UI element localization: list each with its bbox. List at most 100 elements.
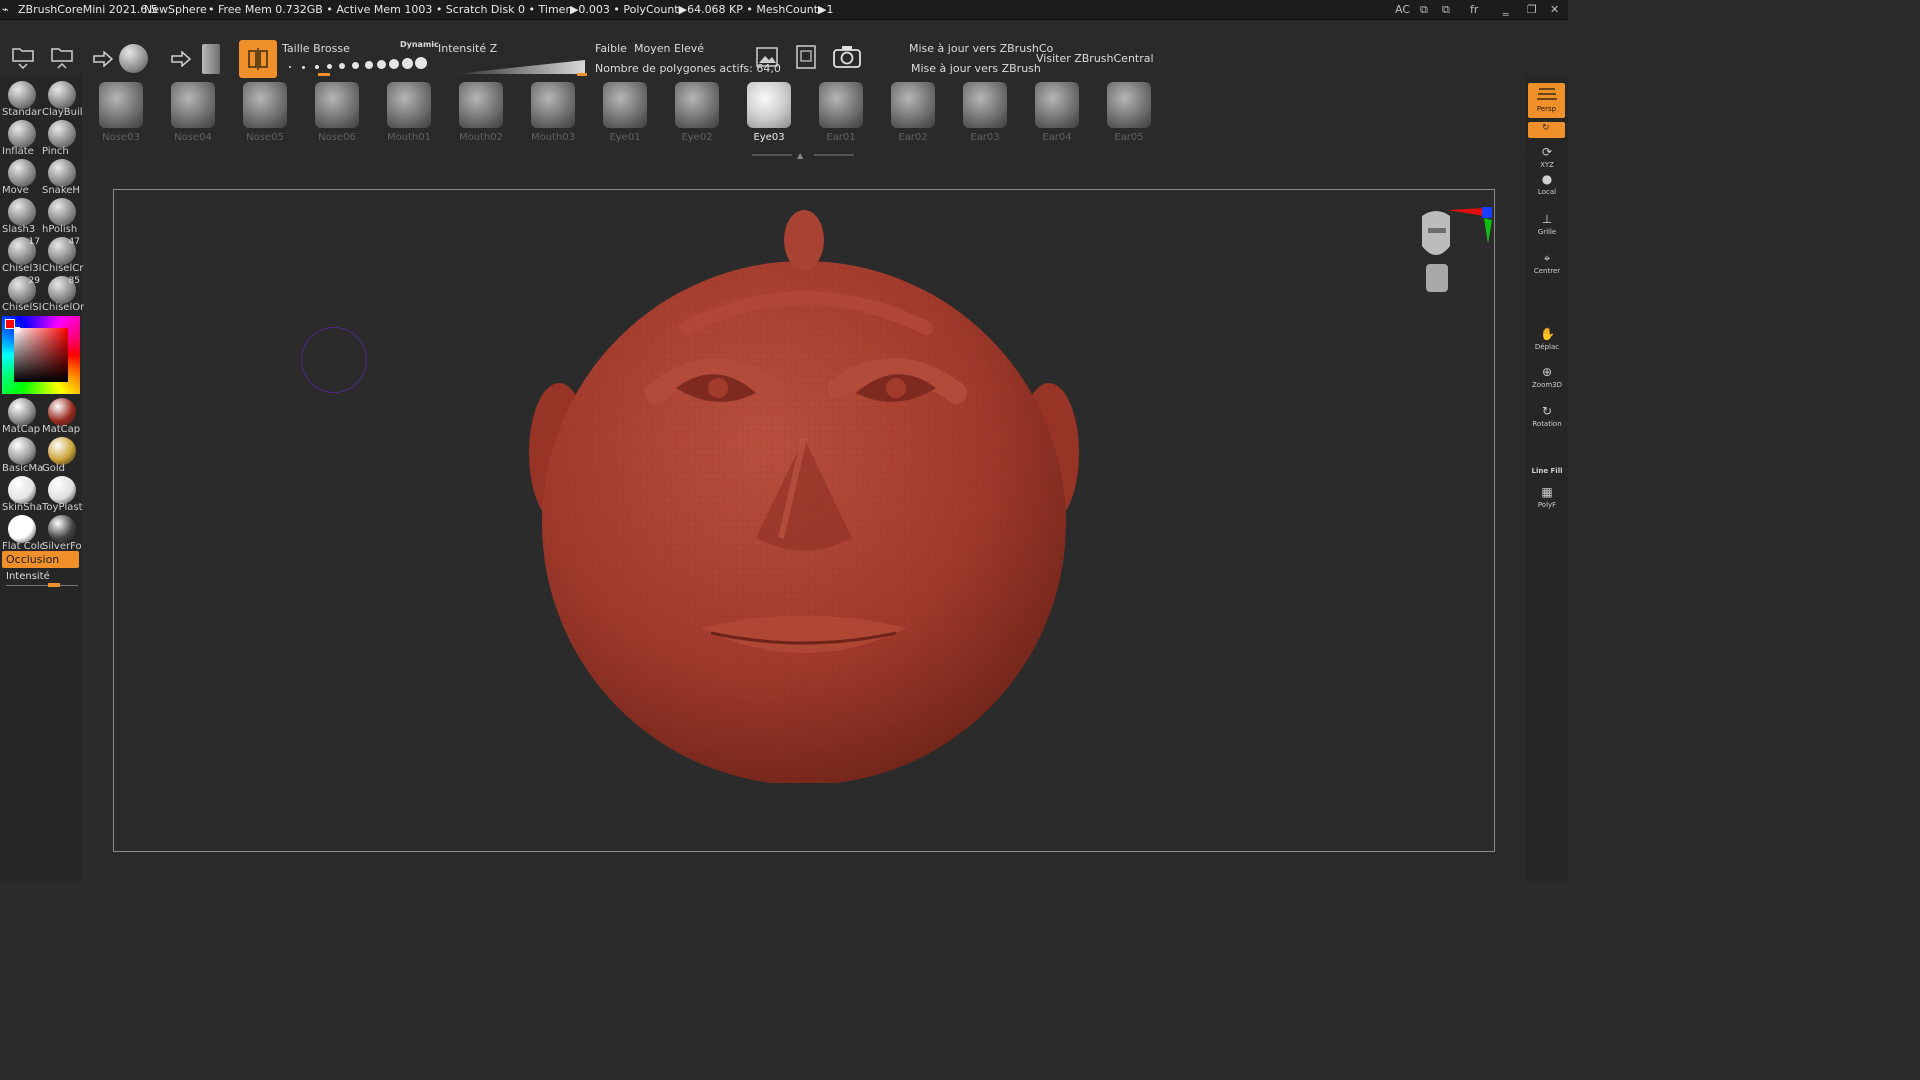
brush-thumb-nose04[interactable]: Nose04 <box>163 82 223 144</box>
brush-hpolish[interactable]: hPolish <box>42 196 82 235</box>
language-selector[interactable]: fr <box>1470 3 1478 16</box>
dynamic-toggle[interactable]: Dynamic <box>400 40 439 49</box>
palette-scroll-left[interactable] <box>752 154 792 156</box>
intensity-slider[interactable] <box>577 73 587 76</box>
material-sphere-icon <box>48 437 76 465</box>
brush-thumb-ear05[interactable]: Ear05 <box>1099 82 1159 144</box>
color-saturation-square[interactable] <box>14 328 68 382</box>
floor-button[interactable]: ↻ <box>1528 122 1565 138</box>
brush-thumb-image <box>891 82 935 128</box>
brush-thumb-ear01[interactable]: Ear01 <box>811 82 871 144</box>
material-gold[interactable]: Gold <box>42 435 82 474</box>
update-zbrushcore-link[interactable]: Mise à jour vers ZBrushCo <box>909 42 1053 55</box>
brush-inflate[interactable]: Inflate <box>2 118 42 157</box>
shelf-local[interactable]: ● Local <box>1528 170 1566 204</box>
eleve-button[interactable]: Elevé <box>674 42 704 55</box>
material-label: SkinSha <box>2 502 43 513</box>
material-matcap[interactable]: MatCap <box>42 396 82 435</box>
brush-size-label: Taille Brosse <box>282 42 350 55</box>
brush-snakeh[interactable]: SnakeH <box>42 157 82 196</box>
brush-claybuil[interactable]: ClayBuil <box>42 79 83 118</box>
brush-thumb-label: Nose03 <box>102 132 140 143</box>
document-canvas[interactable] <box>113 189 1495 852</box>
brush-count: 17 <box>28 237 40 247</box>
brush-thumb-image <box>1107 82 1151 128</box>
menu-icon[interactable]: ⧉ <box>1442 3 1450 17</box>
arrow-right-icon-2[interactable] <box>170 50 192 68</box>
material-flat-colo[interactable]: Flat Colo <box>2 513 44 552</box>
current-tool-cylinder[interactable] <box>202 44 220 74</box>
layout-icon[interactable]: ⧉ <box>1420 3 1428 17</box>
brush-label: ChiselSI <box>2 302 42 313</box>
brush-thumb-mouth03[interactable]: Mouth03 <box>523 82 583 144</box>
brush-pinch[interactable]: Pinch <box>42 118 82 157</box>
occlusion-button[interactable]: Occlusion <box>2 551 79 568</box>
intensity-wedge[interactable] <box>455 58 589 76</box>
persp-icon <box>1537 88 1557 100</box>
save-file-icon[interactable] <box>49 42 75 70</box>
brush-icon <box>48 198 76 226</box>
image-icon[interactable] <box>756 46 778 68</box>
material-matcap[interactable]: MatCap <box>2 396 42 435</box>
brush-size-slider[interactable] <box>317 73 330 76</box>
material-silverfo[interactable]: SilverFo <box>42 513 82 552</box>
arrow-right-icon[interactable] <box>92 50 114 68</box>
shelf-déplac[interactable]: ✋ Déplac <box>1528 325 1566 359</box>
brush-move[interactable]: Move <box>2 157 42 196</box>
brush-chisel3i[interactable]: Chisel3I 17 <box>2 235 42 274</box>
brush-thumb-eye03[interactable]: Eye03 <box>739 82 799 144</box>
shelf-rotation[interactable]: ↻ Rotation <box>1528 402 1566 436</box>
persp-button[interactable]: Persp <box>1528 83 1565 118</box>
brush-chiselcr[interactable]: ChiselCr 47 <box>42 235 83 274</box>
sculpted-head-model[interactable] <box>526 208 1086 783</box>
brush-thumb-nose03[interactable]: Nose03 <box>91 82 151 144</box>
restore-icon[interactable]: ❐ <box>1527 3 1537 16</box>
color-cursor[interactable] <box>15 327 20 332</box>
palette-scroll-right[interactable] <box>814 154 854 156</box>
brush-thumb-nose06[interactable]: Nose06 <box>307 82 367 144</box>
color-picker[interactable] <box>2 316 80 394</box>
update-zbrush-link[interactable]: Mise à jour vers ZBrush <box>911 62 1041 75</box>
material-skinsha[interactable]: SkinSha <box>2 474 42 513</box>
brush-thumb-image <box>387 82 431 128</box>
moyen-button[interactable]: Moyen <box>634 42 670 55</box>
brush-slash3[interactable]: Slash3 <box>2 196 42 235</box>
brush-thumb-image <box>675 82 719 128</box>
brush-thumb-ear02[interactable]: Ear02 <box>883 82 943 144</box>
symmetry-button[interactable] <box>239 40 277 78</box>
brush-thumb-image <box>99 82 143 128</box>
shelf-polyf[interactable]: ▦ PolyF <box>1528 483 1566 517</box>
intensity-handle[interactable] <box>48 583 60 587</box>
brush-thumb-ear04[interactable]: Ear04 <box>1027 82 1087 144</box>
brush-thumb-eye01[interactable]: Eye01 <box>595 82 655 144</box>
brush-chiselor[interactable]: ChiselOr 85 <box>42 274 84 313</box>
material-label: BasicMa <box>2 463 44 474</box>
open-file-icon[interactable] <box>10 42 36 70</box>
shelf-grille[interactable]: ⊥ Grille <box>1528 210 1566 244</box>
document-icon[interactable] <box>795 44 817 70</box>
intensity-label: Intensité <box>6 571 50 582</box>
material-toyplast[interactable]: ToyPlast <box>42 474 83 513</box>
minimize-icon[interactable]: ‗ <box>1503 3 1509 16</box>
palette-expand-icon[interactable]: ▲ <box>797 151 803 160</box>
intensity-track[interactable] <box>6 585 78 586</box>
faible-button[interactable]: Faible <box>595 42 627 55</box>
close-icon[interactable]: ✕ <box>1550 3 1559 16</box>
brush-thumb-ear03[interactable]: Ear03 <box>955 82 1015 144</box>
visit-zbrushcentral-link[interactable]: Visiter ZBrushCentral <box>1036 52 1154 65</box>
orientation-gizmo[interactable] <box>1414 206 1492 292</box>
brush-standar[interactable]: Standar <box>2 79 42 118</box>
brush-thumb-nose05[interactable]: Nose05 <box>235 82 295 144</box>
current-tool-sphere[interactable] <box>119 44 148 73</box>
ac-label[interactable]: AC <box>1395 3 1410 16</box>
brush-thumb-label: Nose06 <box>318 132 356 143</box>
brush-thumb-eye02[interactable]: Eye02 <box>667 82 727 144</box>
material-basicma[interactable]: BasicMa <box>2 435 44 474</box>
brush-thumb-mouth02[interactable]: Mouth02 <box>451 82 511 144</box>
camera-icon[interactable] <box>832 44 862 70</box>
shelf-centrer[interactable]: ⌖ Centrer <box>1528 249 1566 283</box>
brush-thumb-mouth01[interactable]: Mouth01 <box>379 82 439 144</box>
shelf-zoom3d[interactable]: ⊕ Zoom3D <box>1528 363 1566 397</box>
primary-color-swatch[interactable] <box>5 319 15 329</box>
brush-chiselsi[interactable]: ChiselSI 29 <box>2 274 42 313</box>
